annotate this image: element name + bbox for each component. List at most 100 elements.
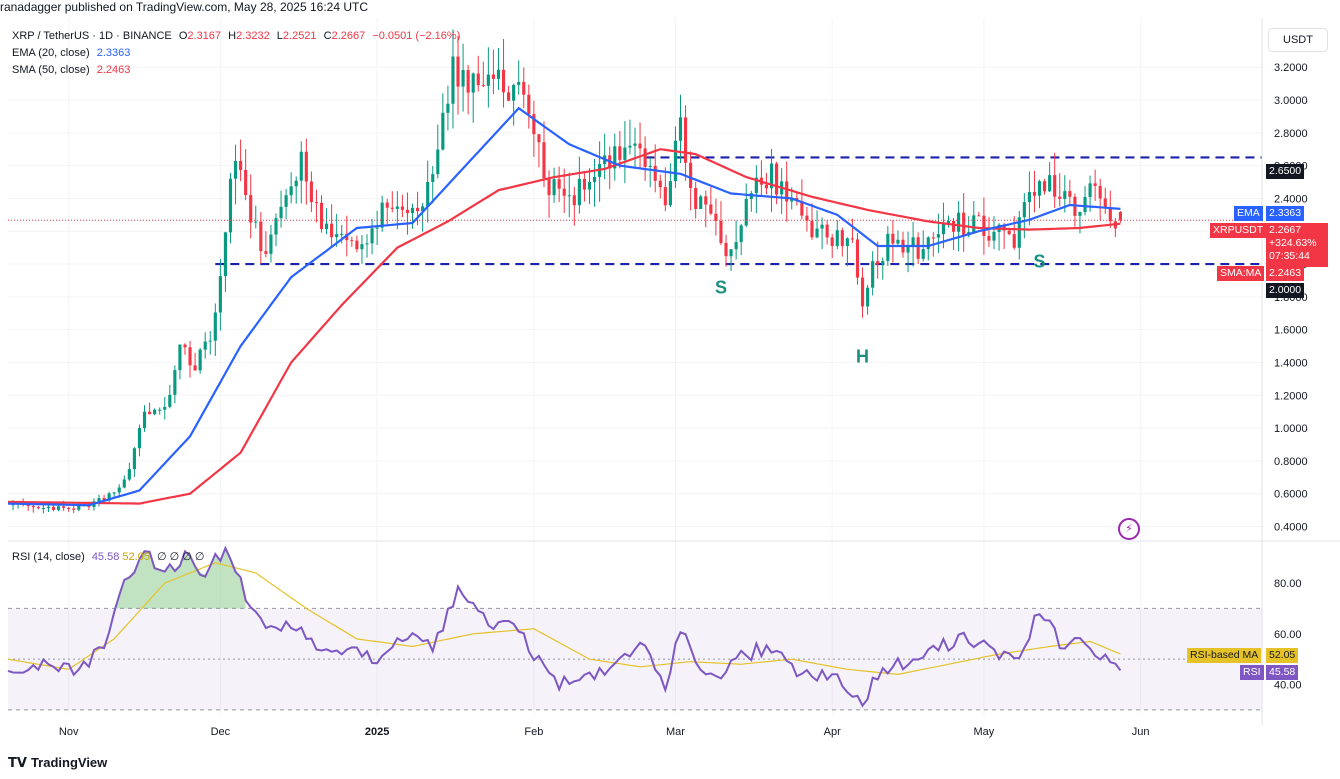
- candle-body: [1083, 197, 1087, 213]
- rsi-ma-value-tag: 52.05: [1266, 648, 1299, 663]
- candle-body: [360, 244, 364, 250]
- ema-name-tag: EMA: [1234, 206, 1263, 221]
- candle-body: [886, 233, 890, 261]
- time-tick-label: Feb: [524, 726, 543, 738]
- time-tick-label: 2025: [365, 726, 389, 738]
- ema-legend[interactable]: EMA (20, close) 2.3363: [12, 47, 130, 59]
- price-axis-bg: [1262, 18, 1340, 725]
- candle-body: [648, 165, 652, 167]
- candle-body: [446, 103, 450, 113]
- price-tick-label: 1.4000: [1274, 357, 1308, 369]
- tradingview-logo[interactable]: 𝗧𝗩 TradingView: [8, 755, 107, 771]
- candle-body: [931, 237, 935, 239]
- sma-value-tag: 2.2463: [1266, 266, 1305, 281]
- candle-body: [820, 224, 824, 229]
- candle-body: [122, 479, 126, 488]
- candle-body: [673, 140, 678, 182]
- candle-body: [218, 276, 222, 313]
- candle-body: [592, 176, 597, 182]
- lightning-icon[interactable]: ⚡: [1118, 518, 1140, 540]
- candle-body: [936, 234, 940, 238]
- symbol-legend: XRP / TetherUS · 1D · BINANCE O2.3167 H2…: [12, 30, 460, 42]
- currency-button[interactable]: USDT: [1268, 28, 1328, 52]
- time-tick-label: Nov: [59, 726, 79, 738]
- candle-body: [1053, 175, 1057, 197]
- candle-body: [987, 235, 991, 241]
- sma-legend-value: 2.2463: [96, 64, 131, 76]
- candle-body: [436, 149, 440, 175]
- candle-body: [633, 143, 637, 146]
- rsi-tick-label: 60.00: [1274, 629, 1302, 641]
- candle-body: [335, 234, 339, 238]
- candle-body: [577, 178, 581, 206]
- candle-body: [471, 73, 475, 93]
- candle-body: [239, 160, 243, 170]
- price-tick-label: 0.8000: [1274, 456, 1308, 468]
- candle-body: [623, 147, 627, 160]
- candle-body: [957, 212, 961, 232]
- candle-body: [618, 146, 622, 160]
- candle-body: [340, 233, 344, 235]
- candle-body: [643, 148, 647, 167]
- candle-body: [1058, 196, 1062, 199]
- candle-body: [567, 195, 571, 197]
- candle-body: [148, 411, 152, 415]
- candle-body: [1108, 207, 1112, 222]
- candle-body: [775, 163, 779, 195]
- candle-body: [203, 341, 207, 350]
- sma-name-tag: SMA:MA: [1217, 266, 1265, 281]
- candle-body: [375, 227, 379, 229]
- candle-body: [982, 215, 986, 236]
- candle-body: [517, 81, 521, 85]
- candle-body: [476, 73, 480, 86]
- rsi-legend[interactable]: RSI (14, close) 45.58 52.05 ∅ ∅ ∅ ∅: [12, 550, 205, 563]
- candle-body: [254, 221, 258, 223]
- candle-body: [537, 134, 541, 143]
- sma-legend[interactable]: SMA (50, close) 2.2463: [12, 64, 130, 76]
- candle-body: [289, 186, 293, 196]
- candle-body: [587, 181, 592, 190]
- candle-body: [46, 506, 51, 509]
- rsi-ma-legend-value: 52.05: [122, 551, 150, 563]
- candle-body: [1098, 185, 1102, 199]
- candle-body: [906, 246, 910, 253]
- ohlc-change: −0.0501 (−2.16%): [372, 30, 461, 42]
- candle-body: [825, 224, 829, 238]
- candle-body: [860, 277, 865, 307]
- candle-body: [1032, 192, 1037, 196]
- candle-body: [1093, 183, 1097, 186]
- candle-body: [972, 215, 976, 233]
- price-tick-label: 1.0000: [1274, 423, 1308, 435]
- rsi-legend-value: 45.58: [91, 551, 120, 563]
- candle-body: [709, 204, 713, 214]
- price-tick-label: 3.0000: [1274, 95, 1308, 107]
- candle-body: [299, 151, 303, 181]
- candle-body: [178, 344, 182, 371]
- candle-body: [62, 506, 66, 508]
- price-tick-label: 0.4000: [1274, 522, 1308, 534]
- candle-body: [491, 74, 495, 79]
- change-percent: +324.63%: [1269, 237, 1317, 249]
- candle-body: [501, 69, 506, 93]
- candle-body: [142, 411, 147, 429]
- candle-body: [1103, 198, 1107, 208]
- chart-canvas[interactable]: S H S 0.4000 0.6000 0.8000 1.0000 1.2000 1.4000…: [0, 0, 1340, 779]
- level-high-tag: 2.6500: [1266, 164, 1305, 179]
- candle-body: [466, 70, 470, 93]
- candle-body: [51, 506, 56, 510]
- candle-body: [163, 406, 167, 410]
- candle-body: [496, 69, 501, 79]
- candle-body: [31, 506, 35, 508]
- candle-body: [855, 239, 860, 278]
- candle-body: [739, 225, 743, 243]
- candle-body: [56, 506, 61, 510]
- candle-body: [678, 117, 683, 141]
- candle-body: [1068, 191, 1072, 197]
- candle-body: [1027, 192, 1031, 203]
- bar-countdown: 07:35:44: [1269, 250, 1310, 262]
- candle-body: [208, 340, 212, 342]
- candle-body: [638, 143, 642, 149]
- candle-body: [840, 230, 844, 247]
- candle-body: [153, 409, 157, 415]
- candle-body: [547, 178, 551, 196]
